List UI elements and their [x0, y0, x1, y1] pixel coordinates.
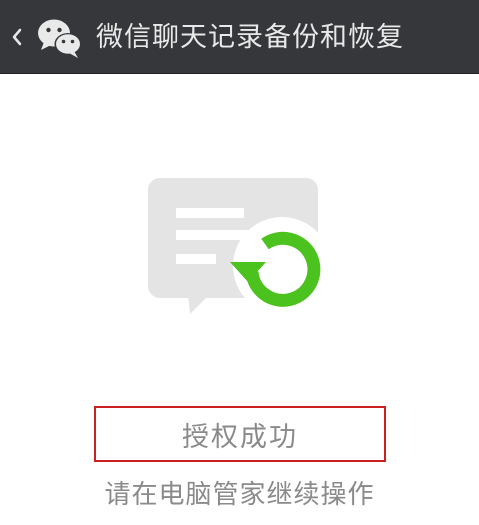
- status-highlight-box: 授权成功: [94, 406, 386, 462]
- chat-restore-icon: [148, 176, 330, 316]
- title-bar: 微信聊天记录备份和恢复: [0, 0, 479, 74]
- hint-text: 请在电脑管家继续操作: [104, 480, 375, 510]
- chevron-left-icon: [12, 28, 22, 46]
- screen: 微信聊天记录备份和恢复 授权成功 请在电脑管家继续操作: [0, 0, 479, 525]
- wechat-logo-icon: [36, 16, 84, 60]
- page-title: 微信聊天记录备份和恢复: [96, 22, 404, 53]
- back-button[interactable]: [4, 17, 30, 57]
- status-text: 授权成功: [182, 421, 298, 453]
